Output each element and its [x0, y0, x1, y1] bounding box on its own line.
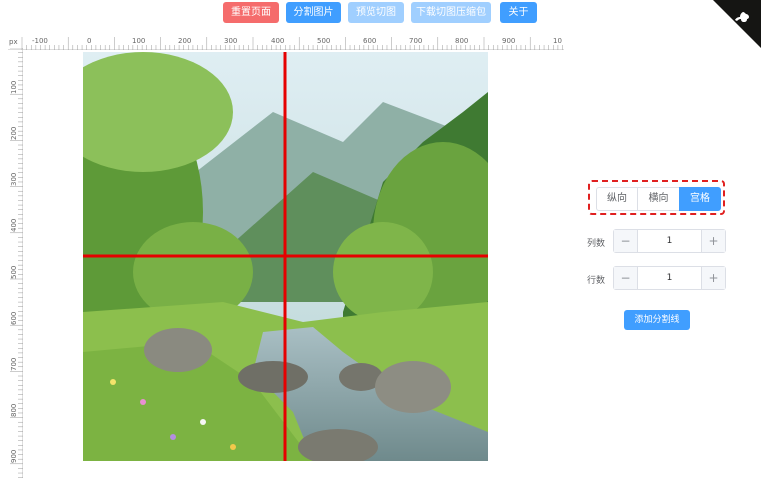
ruler-label: 10	[553, 37, 562, 45]
rows-decrease-button[interactable]: −	[614, 267, 638, 289]
ruler-label: 900	[502, 37, 515, 45]
horizontal-ruler: px -100 0 100 200 300 400 500 600 700 80…	[8, 37, 564, 50]
mode-grid-option[interactable]: 宫格	[679, 187, 721, 211]
landscape-image	[83, 52, 488, 461]
rows-label: 行数	[587, 276, 606, 286]
columns-increase-button[interactable]: +	[701, 230, 725, 252]
ruler-label: 100	[10, 81, 18, 94]
ruler-unit-label: px	[9, 38, 18, 46]
ruler-label: 900	[10, 450, 18, 463]
ruler-label: -100	[32, 37, 48, 45]
ruler-label: 600	[363, 37, 376, 45]
split-image-button[interactable]: 分割图片	[286, 2, 341, 23]
ruler-label: 800	[455, 37, 468, 45]
source-image-canvas[interactable]	[83, 52, 488, 461]
rows-stepper: − 1 +	[613, 266, 726, 290]
reset-page-button[interactable]: 重置页面	[223, 2, 279, 23]
ruler-label: 300	[224, 37, 237, 45]
vertical-ruler: 100 200 300 400 500 600 700 800 900	[10, 48, 23, 478]
rows-increase-button[interactable]: +	[701, 267, 725, 289]
columns-decrease-button[interactable]: −	[614, 230, 638, 252]
ruler-label: 700	[409, 37, 422, 45]
mode-horizontal-option[interactable]: 横向	[637, 187, 680, 211]
ruler-label: 500	[317, 37, 330, 45]
columns-stepper: − 1 +	[613, 229, 726, 253]
ruler-label: 800	[10, 404, 18, 417]
github-corner-icon[interactable]	[713, 0, 761, 48]
columns-label: 列数	[587, 239, 606, 249]
ruler-label: 700	[10, 358, 18, 371]
ruler-label: 200	[178, 37, 191, 45]
mode-vertical-option[interactable]: 纵向	[596, 187, 638, 211]
download-zip-button[interactable]: 下载切图压缩包	[411, 2, 491, 23]
top-toolbar: 重置页面 分割图片 预览切图 下载切图压缩包 关于	[0, 2, 761, 24]
ruler-label: 400	[10, 219, 18, 232]
ruler-label: 600	[10, 312, 18, 325]
preview-slices-button[interactable]: 预览切图	[348, 2, 404, 23]
add-split-line-button[interactable]: 添加分割线	[624, 310, 690, 330]
ruler-label: 300	[10, 173, 18, 186]
ruler-label: 400	[271, 37, 284, 45]
rows-value-input[interactable]: 1	[638, 267, 701, 289]
about-button[interactable]: 关于	[500, 2, 537, 23]
ruler-label: 200	[10, 127, 18, 140]
ruler-label: 500	[10, 266, 18, 279]
ruler-label: 0	[87, 37, 91, 45]
ruler-label: 100	[132, 37, 145, 45]
split-mode-group: 纵向 横向 宫格	[588, 180, 725, 215]
columns-value-input[interactable]: 1	[638, 230, 701, 252]
